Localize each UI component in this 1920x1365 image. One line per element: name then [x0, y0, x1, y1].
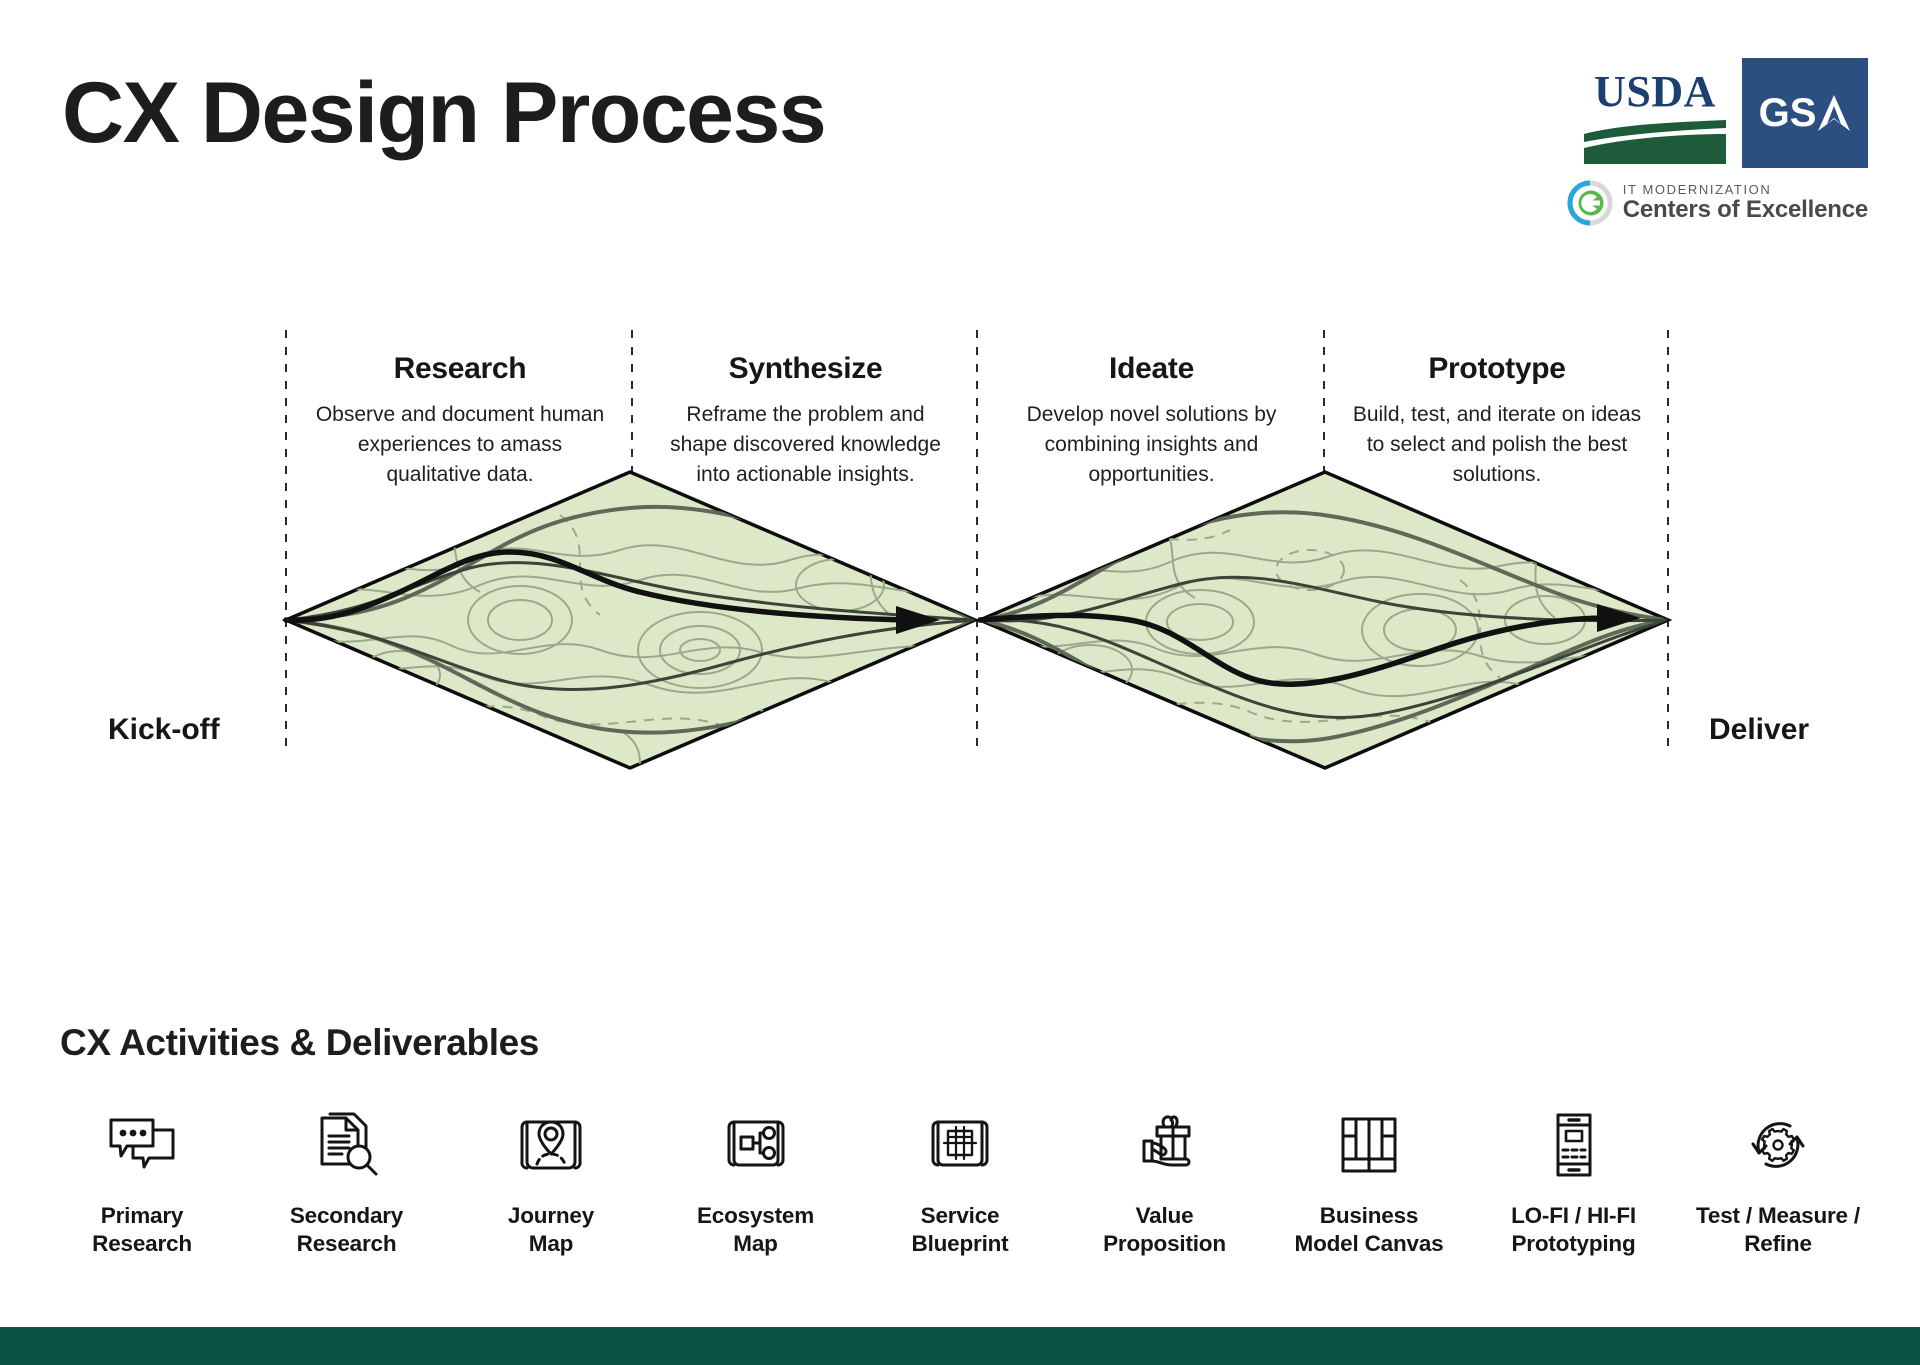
deliver-label: Deliver — [1709, 713, 1810, 746]
diamond-one — [281, 470, 980, 770]
phase-column-research: Research Observe and document human expe… — [288, 352, 632, 489]
coe-subtitle: IT MODERNIZATION — [1622, 182, 1772, 198]
node-diagram-scroll-icon — [719, 1108, 793, 1182]
phase-title: Synthesize — [728, 352, 883, 385]
speech-bubbles-icon — [105, 1108, 179, 1182]
documents-magnifier-icon — [310, 1108, 384, 1182]
phase-description: Reframe the problem and shape discovered… — [670, 403, 941, 486]
activity-label: Service Blueprint — [911, 1203, 1009, 1256]
activity-ecosystem-map: Ecosystem Map — [654, 1108, 858, 1258]
agency-logos: USDA GS — [1538, 58, 1868, 168]
phase-description: Develop novel solutions by combining ins… — [1026, 403, 1277, 486]
activity-label: LO-FI / HI-FI Prototyping — [1511, 1203, 1636, 1256]
mobile-wireframe-icon — [1537, 1108, 1611, 1182]
hand-gift-icon — [1128, 1108, 1202, 1182]
phase-column-prototype: Prototype Build, test, and iterate on id… — [1326, 352, 1668, 489]
coe-circle-icon — [1567, 180, 1613, 226]
activity-secondary-research: Secondary Research — [245, 1108, 449, 1258]
activity-service-blueprint: Service Blueprint — [858, 1108, 1062, 1258]
gear-refresh-icon — [1741, 1108, 1815, 1182]
phase-title: Ideate — [1109, 352, 1194, 385]
coe-logo: IT MODERNIZATION Centers of Excellence — [1538, 180, 1868, 226]
phase-title: Research — [393, 352, 527, 385]
gsa-wordmark: GS — [1759, 91, 1852, 136]
gsa-star-icon — [1818, 95, 1851, 131]
canvas-grid-icon — [1332, 1108, 1406, 1182]
map-pin-scroll-icon — [514, 1108, 588, 1182]
activity-lofi-hifi-prototyping: LO-FI / HI-FI Prototyping — [1472, 1108, 1676, 1258]
activity-value-proposition: Value Proposition — [1063, 1108, 1267, 1258]
activity-label: Business Model Canvas — [1294, 1203, 1444, 1256]
phase-description: Observe and document human experiences t… — [315, 403, 605, 486]
usda-wordmark: USDA — [1594, 67, 1716, 116]
usda-logo: USDA — [1582, 70, 1728, 168]
activity-label: Test / Measure / Refine — [1696, 1203, 1860, 1256]
double-diamond-diagram: Research Observe and document human expe… — [0, 330, 1920, 950]
activity-label: Ecosystem Map — [696, 1203, 815, 1256]
activity-journey-map: Journey Map — [449, 1108, 653, 1258]
phase-column-synthesize: Synthesize Reframe the problem and shape… — [634, 352, 977, 489]
activities-heading: CX Activities & Deliverables — [60, 1022, 539, 1063]
activity-test-measure-refine: Test / Measure / Refine — [1676, 1108, 1880, 1258]
phase-column-ideate: Ideate Develop novel solutions by combin… — [979, 352, 1324, 489]
blueprint-scroll-icon — [923, 1108, 997, 1182]
kickoff-label: Kick-off — [108, 713, 220, 746]
phase-title: Prototype — [1428, 352, 1566, 385]
diamond-two — [975, 470, 1673, 770]
footer-bar — [0, 1327, 1920, 1365]
activity-label: Value Proposition — [1103, 1203, 1226, 1256]
coe-title: Centers of Excellence — [1622, 196, 1868, 224]
activity-label: Journey Map — [507, 1203, 595, 1256]
gsa-logo: GS — [1742, 58, 1868, 168]
usda-swoosh-icon — [1584, 120, 1726, 164]
activity-label: Primary Research — [92, 1203, 192, 1256]
coe-text: IT MODERNIZATION Centers of Excellence — [1623, 182, 1868, 223]
activity-primary-research: Primary Research — [40, 1108, 244, 1258]
activity-label: Secondary Research — [289, 1203, 404, 1256]
page-title: CX Design Process — [62, 65, 827, 161]
infographic-page: CX Design Process USDA GS IT MODERNIZATI… — [0, 0, 1920, 1365]
activities-row: Primary Research Secondary Research Jour… — [40, 1108, 1880, 1258]
logo-block: USDA GS IT MODERNIZATION Centers of Exce… — [1538, 58, 1868, 228]
activity-business-model-canvas: Business Model Canvas — [1267, 1108, 1471, 1258]
gsa-letters: GS — [1758, 90, 1817, 135]
phase-description: Build, test, and iterate on ideas to sel… — [1352, 403, 1642, 486]
